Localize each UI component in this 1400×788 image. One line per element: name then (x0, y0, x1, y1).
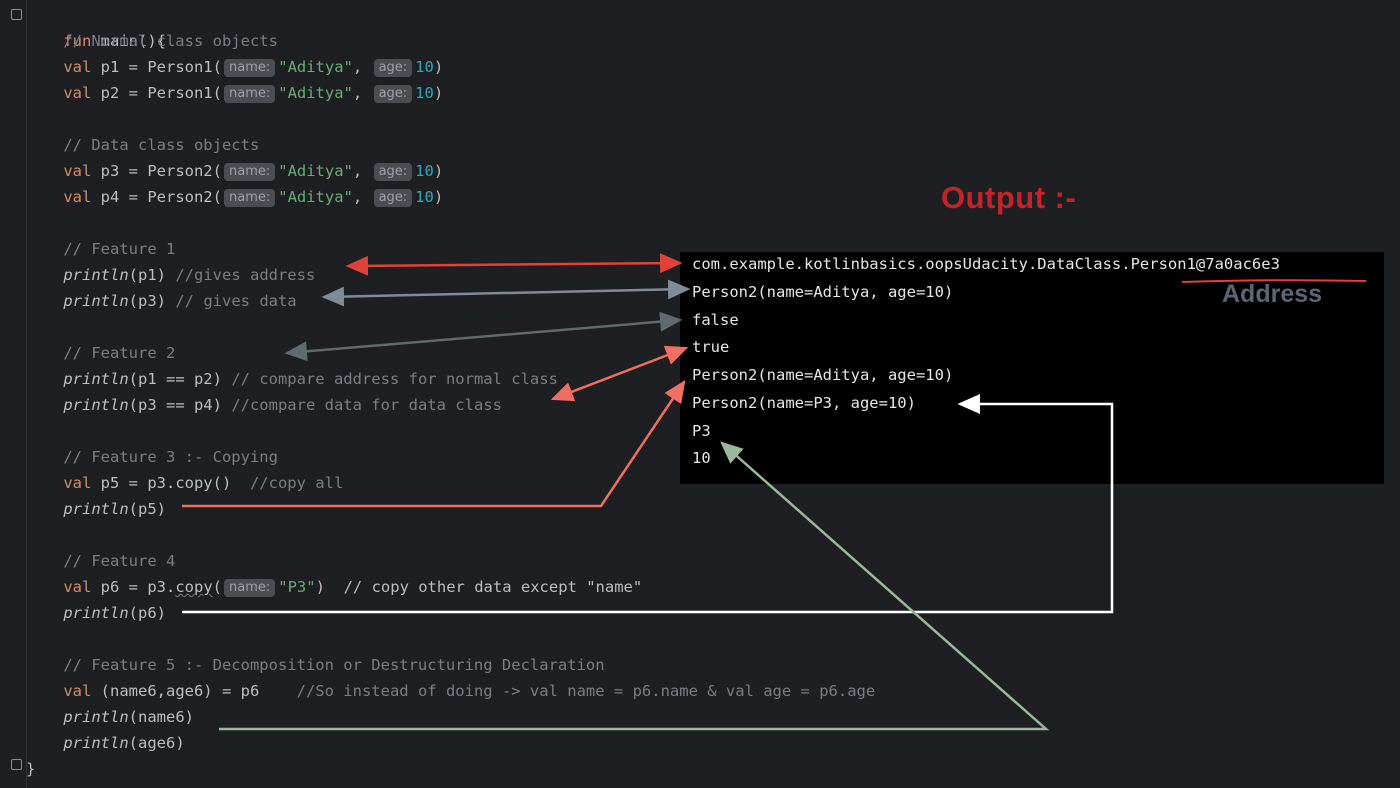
address-underline (1181, 279, 1367, 283)
annotation-arrows (182, 253, 1367, 731)
arrow-feature2-false (284, 311, 683, 362)
arrow-destructure-output (219, 441, 1050, 731)
arrow-equals-true (550, 345, 689, 402)
arrow-p5-output (182, 379, 686, 508)
arrow-p1-address (345, 253, 683, 276)
arrow-p3-data (321, 279, 691, 307)
